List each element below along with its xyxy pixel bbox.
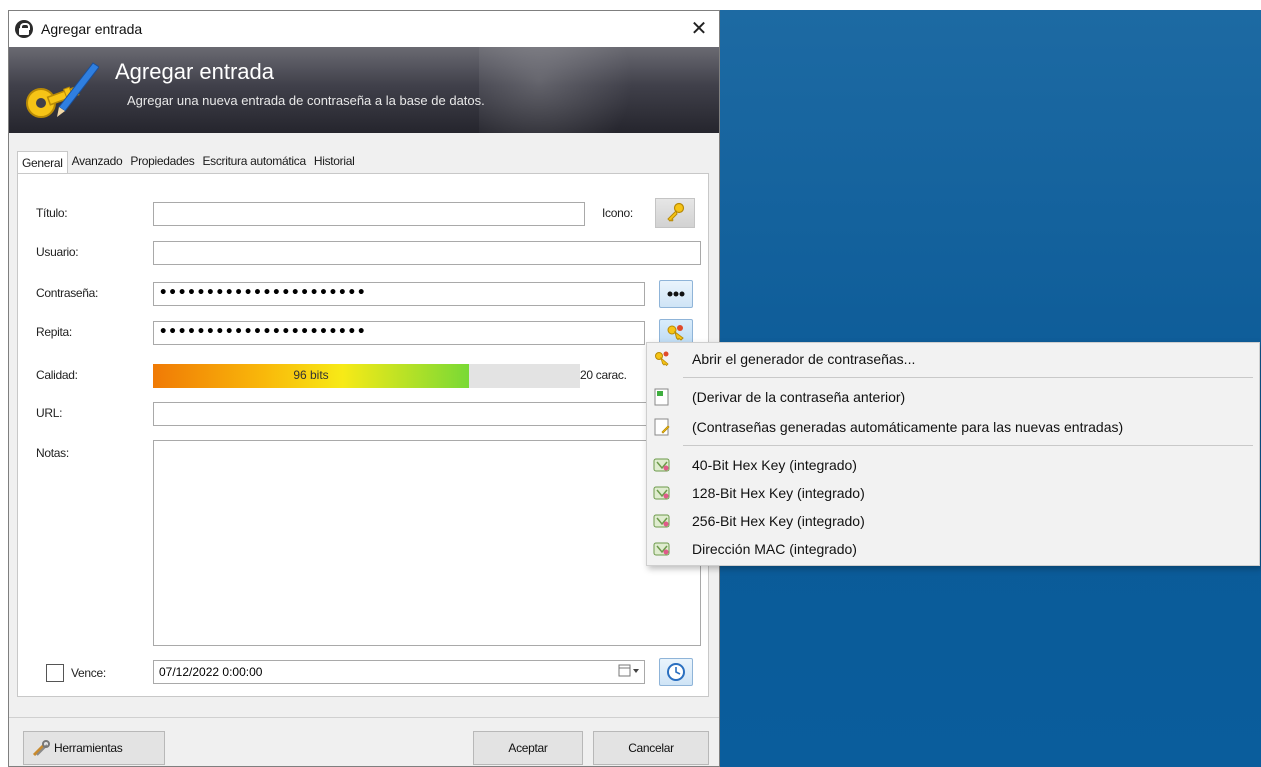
ok-button[interactable]: Aceptar [473,731,583,765]
banner-decoration [479,47,679,133]
menu-item-derive[interactable]: (Derivar de la contraseña anterior) [647,383,1259,411]
password-field[interactable]: •••••••••••••••••••••• [153,282,645,306]
auto-generated-icon [654,418,670,436]
general-tab-panel: Título: Icono: Usuario: Contraseña: ••••… [17,173,709,697]
title-label: Título: [36,206,68,220]
quality-bar: 96 bits [153,364,580,388]
derive-icon [654,388,669,406]
menu-item-auto-generated[interactable]: (Contraseñas generadas automáticamente p… [647,413,1259,441]
menu-item-label: (Derivar de la contraseña anterior) [692,389,906,405]
footer-divider [9,717,719,718]
menu-item-mac-address[interactable]: Dirección MAC (integrado) [647,535,1259,563]
calendar-dropdown-icon[interactable] [618,664,640,682]
lock-icon [15,20,33,38]
repeat-label: Repita: [36,325,72,339]
profile-icon [653,514,670,528]
user-label: Usuario: [36,245,79,259]
menu-item-label: 256-Bit Hex Key (integrado) [692,513,865,529]
window-title: Agregar entrada [41,21,143,37]
banner-subtitle: Agregar una nueva entrada de contraseña … [127,93,485,108]
expiry-date-field[interactable]: 07/12/2022 0:00:00 [153,660,645,684]
generator-keys-icon [667,325,684,341]
menu-item-open-generator[interactable]: Abrir el generador de contraseñas... [647,345,1259,373]
menu-item-label: Abrir el generador de contraseñas... [692,351,916,367]
menu-separator [683,445,1253,446]
tools-button[interactable]: Herramientas [23,731,165,765]
profile-icon [653,458,670,472]
menu-item-label: (Contraseñas generadas automáticamente p… [692,419,1124,435]
header-banner: Agregar entrada Agregar una nueva entrad… [9,47,719,133]
menu-item-label: Dirección MAC (integrado) [692,541,857,557]
menu-separator [683,377,1253,378]
show-password-button[interactable] [659,280,693,308]
cancel-button[interactable]: Cancelar [593,731,709,765]
user-field[interactable] [153,241,701,265]
icon-picker-button[interactable] [655,198,695,228]
key-pen-icon [26,62,99,118]
dots-icon [667,291,685,297]
notes-textarea[interactable] [153,440,701,646]
password-generator-menu: Abrir el generador de contraseñas... (De… [646,342,1260,566]
tools-button-label: Herramientas [54,741,123,755]
menu-item-label: 128-Bit Hex Key (integrado) [692,485,865,501]
profile-icon [653,542,670,556]
tab-strip: General Avanzado Propiedades Escritura a… [17,151,359,173]
close-button[interactable]: ✕ [685,15,713,43]
key-icon [667,202,685,222]
menu-item-40-bit[interactable]: 40-Bit Hex Key (integrado) [647,451,1259,479]
key-generator-icon [655,351,669,367]
tab-advanced[interactable]: Avanzado [68,151,127,173]
banner-title: Agregar entrada [115,59,274,84]
quality-label: Calidad: [36,368,78,382]
wrench-icon [32,740,50,757]
tab-auto-type[interactable]: Escritura automática [198,151,309,173]
notes-label: Notas: [36,446,69,460]
expires-label: Vence: [71,666,106,680]
menu-item-128-bit[interactable]: 128-Bit Hex Key (integrado) [647,479,1259,507]
icon-label: Icono: [602,206,633,220]
url-field[interactable] [153,402,701,426]
tab-history[interactable]: Historial [310,151,359,173]
title-bar: Agregar entrada ✕ [9,11,719,47]
tab-general[interactable]: General [17,151,68,173]
expiry-date-value: 07/12/2022 0:00:00 [159,665,263,679]
expires-checkbox[interactable] [46,664,64,682]
menu-item-label: 40-Bit Hex Key (integrado) [692,457,857,473]
repeat-password-field[interactable]: •••••••••••••••••••••• [153,321,645,345]
quality-bits: 96 bits [293,368,329,382]
password-label: Contraseña: [36,286,99,300]
menu-item-256-bit[interactable]: 256-Bit Hex Key (integrado) [647,507,1259,535]
profile-icon [653,486,670,500]
add-entry-dialog: Agregar entrada ✕ Agregar entrada Agrega… [8,10,720,767]
clock-icon [667,663,685,681]
title-field[interactable] [153,202,585,226]
url-label: URL: [36,406,63,420]
expiry-presets-button[interactable] [659,658,693,686]
tab-properties[interactable]: Propiedades [126,151,198,173]
character-count: 20 carac. [580,368,627,382]
